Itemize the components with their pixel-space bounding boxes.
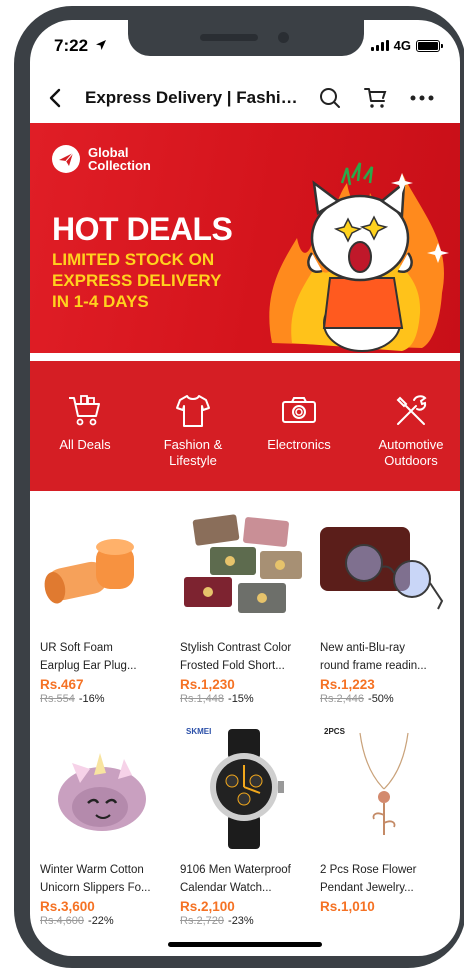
plane-icon xyxy=(52,145,80,173)
cart-button[interactable] xyxy=(360,82,392,114)
page-title: Express Delivery | Fashion... xyxy=(85,88,305,107)
original-price: Rs.2,446 xyxy=(320,693,365,705)
product-title: New anti-Blu-ray round frame readin... xyxy=(320,642,427,672)
product-price: Rs.1,230 xyxy=(180,677,235,692)
product-image-earplugs xyxy=(40,501,168,629)
speaker xyxy=(200,34,258,41)
product-discount-row: Rs.4,600 -22% xyxy=(40,915,168,927)
product-image-glasses xyxy=(320,501,448,629)
product-card[interactable]: Winter Warm Cotton Unicorn Slippers Fo...… xyxy=(40,723,168,941)
original-price: Rs.2,720 xyxy=(180,915,225,927)
tshirt-icon xyxy=(173,391,213,431)
product-discount-row: Rs.554 -16% xyxy=(40,693,168,705)
banner-tagline: LIMITED STOCK ON EXPRESS DELIVERY IN 1-4… xyxy=(52,249,252,312)
product-image-unicorn-slippers xyxy=(40,723,168,851)
category-electronics[interactable]: Electronics xyxy=(244,391,354,481)
category-label: All Deals xyxy=(59,437,111,452)
banner-divider xyxy=(30,353,460,361)
discount-percent: -50% xyxy=(368,693,394,705)
product-title: Stylish Contrast Color Frosted Fold Short… xyxy=(180,642,292,672)
global-collection-logo: Global Collection xyxy=(52,145,168,173)
tools-icon xyxy=(391,391,431,431)
phone-screen: 7:22 4G Express Delivery | Fashion... Gl… xyxy=(30,20,460,956)
category-all-deals[interactable]: All Deals xyxy=(30,391,140,481)
battery-icon xyxy=(416,39,443,52)
product-card[interactable]: Stylish Contrast Color Frosted Fold Short… xyxy=(180,501,308,719)
product-card[interactable]: New anti-Blu-ray round frame readin... Rs… xyxy=(320,501,448,719)
tagline-line: EXPRESS DELIVERY xyxy=(52,271,222,290)
product-discount-row: Rs.2,720 -23% xyxy=(180,915,308,927)
tagline-line: IN 1-4 DAYS xyxy=(52,292,149,311)
product-discount-row: Rs.2,446 -50% xyxy=(320,693,448,705)
original-price: Rs.1,448 xyxy=(180,693,225,705)
product-image-rose-pendant: 2PCS xyxy=(320,723,448,851)
back-button[interactable] xyxy=(40,82,70,114)
status-time-text: 7:22 xyxy=(54,36,89,55)
more-options-button[interactable] xyxy=(406,82,438,114)
product-price: Rs.2,100 xyxy=(180,899,235,914)
signal-icon xyxy=(370,40,389,51)
product-image-wallets xyxy=(180,501,308,629)
product-title: 2 Pcs Rose Flower Pendant Jewelry... xyxy=(320,864,417,894)
product-price: Rs.467 xyxy=(40,677,84,692)
category-label: Fashion & Lifestyle xyxy=(163,437,223,468)
front-camera xyxy=(278,32,289,43)
product-card[interactable]: SKMEI 9106 Men Waterproof Calendar Watch.… xyxy=(180,723,308,941)
shopping-cart-icon xyxy=(65,391,105,431)
product-title: Winter Warm Cotton Unicorn Slippers Fo... xyxy=(40,864,151,894)
hot-deals-banner[interactable]: Global Collection HOT DEALS LIMITED STOC… xyxy=(30,123,460,353)
location-arrow-icon xyxy=(95,40,106,50)
original-price: Rs.554 xyxy=(40,693,75,705)
product-price: Rs.1,010 xyxy=(320,899,375,914)
product-price: Rs.1,223 xyxy=(320,677,375,692)
notch xyxy=(128,20,364,56)
brand-text: Global Collection xyxy=(88,145,151,173)
discount-percent: -22% xyxy=(88,915,114,927)
category-label: Automotive Outdoors xyxy=(378,437,444,468)
discount-percent: -16% xyxy=(78,693,105,705)
network-type: 4G xyxy=(393,38,411,53)
search-button[interactable] xyxy=(314,82,346,114)
camera-icon xyxy=(279,391,319,431)
search-icon xyxy=(320,88,340,108)
product-card[interactable]: UR Soft Foam Earplug Ear Plug... Rs.467 R… xyxy=(40,501,168,719)
cat-mascot-illustration xyxy=(269,162,449,352)
product-price: Rs.3,600 xyxy=(40,899,95,914)
product-title: UR Soft Foam Earplug Ear Plug... xyxy=(40,642,137,672)
tagline-line: LIMITED STOCK ON xyxy=(52,250,215,269)
nav-bar: Express Delivery | Fashion... xyxy=(30,76,460,120)
product-discount-row: Rs.1,448 -15% xyxy=(180,693,308,705)
product-image-watch: SKMEI xyxy=(180,723,308,851)
category-fashion-lifestyle[interactable]: Fashion & Lifestyle xyxy=(138,391,248,481)
discount-percent: -15% xyxy=(228,693,254,705)
status-time: 7:22 xyxy=(54,36,107,56)
chevron-left-icon xyxy=(49,88,61,108)
product-title: 9106 Men Waterproof Calendar Watch... xyxy=(180,864,291,894)
original-price: Rs.4,600 xyxy=(40,915,85,927)
category-label: Electronics xyxy=(267,437,331,452)
discount-percent: -23% xyxy=(228,915,254,927)
more-horizontal-icon xyxy=(410,95,434,101)
banner-headline: HOT DEALS xyxy=(52,211,233,247)
category-automotive-outdoors[interactable]: Automotive Outdoors xyxy=(356,391,460,481)
status-indicators: 4G xyxy=(370,38,443,53)
cart-icon xyxy=(364,88,387,108)
product-card[interactable]: 2PCS 2 Pcs Rose Flower Pendant Jewelry...… xyxy=(320,723,448,941)
category-row: All Deals Fashion & Lifestyle Electronics… xyxy=(30,361,460,491)
pendant-tag: 2PCS xyxy=(324,727,345,736)
home-indicator[interactable] xyxy=(168,942,322,947)
watch-brand-logo: SKMEI xyxy=(186,727,212,736)
